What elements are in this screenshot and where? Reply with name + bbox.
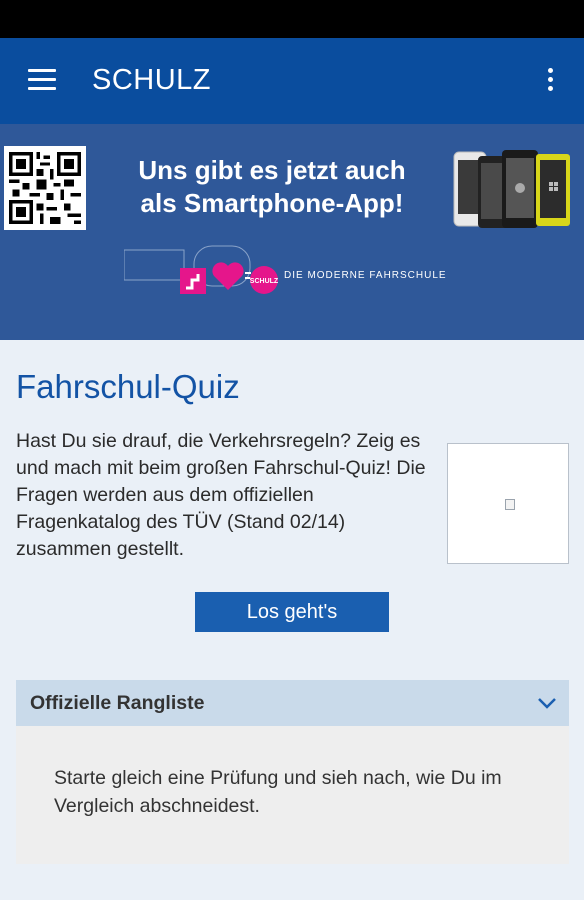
status-bar — [0, 0, 584, 38]
more-vertical-icon[interactable] — [540, 68, 560, 96]
page-title: Fahrschul-Quiz — [16, 368, 240, 405]
ranking-accordion-header[interactable]: Offizielle Rangliste — [16, 680, 569, 726]
schulz-logo-label: SCHULZ — [250, 278, 279, 285]
ranking-title: Offizielle Rangliste — [30, 692, 205, 714]
quiz-image — [447, 443, 569, 564]
ranking-accordion-body: Starte gleich eine Prüfung und sieh nach… — [16, 726, 569, 864]
smartphones-icon — [453, 150, 570, 228]
app-title: SCHULZ — [92, 64, 212, 96]
banner-headline: Uns gibt es jetzt auch als Smartphone-Ap… — [138, 155, 406, 218]
banner-tagline: DIE MODERNE FAHRSCHULE — [284, 270, 447, 281]
hamburger-menu-icon[interactable] — [28, 69, 58, 93]
qr-code-icon — [4, 146, 86, 230]
app-bar: SCHULZ — [0, 38, 584, 124]
intro-text: Hast Du sie drauf, die Verkehrsregeln? Z… — [16, 430, 426, 560]
main-content: Fahrschul-Quiz Hast Du sie drauf, die Ve… — [0, 340, 584, 900]
app-promo-banner[interactable]: Uns gibt es jetzt auch als Smartphone-Ap… — [0, 124, 584, 340]
broken-image-icon — [505, 499, 515, 510]
ranking-accordion: Offizielle Rangliste Starte gleich eine … — [16, 680, 569, 864]
ranking-text: Starte gleich eine Prüfung und sieh nach… — [54, 767, 502, 817]
start-quiz-button[interactable]: Los geht's — [195, 592, 389, 632]
chevron-down-icon[interactable] — [536, 692, 558, 714]
